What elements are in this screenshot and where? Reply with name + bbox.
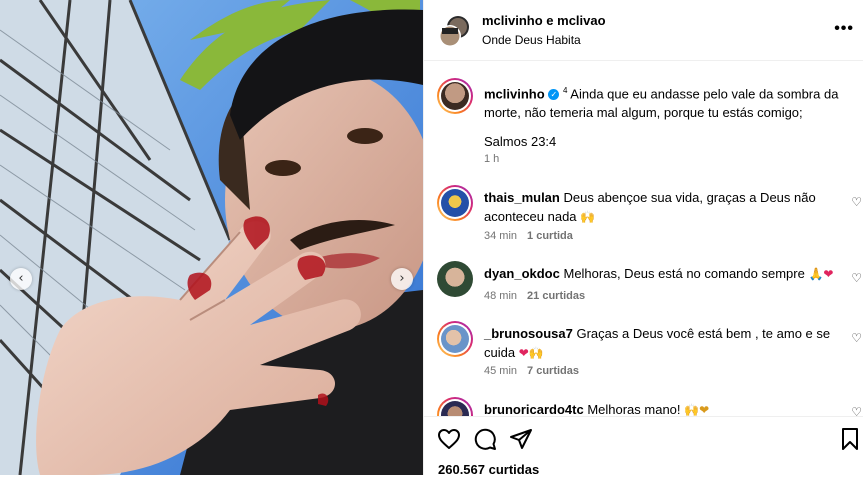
post-details-panel: mclivinho e mclivao Onde Deus Habita •••… (423, 0, 863, 477)
comment-username[interactable]: dyan_okdoc (484, 266, 560, 281)
post-header: mclivinho e mclivao Onde Deus Habita ••• (424, 0, 863, 61)
comment-time[interactable]: 48 min (484, 290, 517, 302)
like-heart-icon[interactable] (437, 427, 461, 451)
comment-emoji: ❤🙌 (518, 346, 544, 360)
comment-likes[interactable]: 21 curtidas (527, 290, 585, 302)
verse-number: 4 (562, 86, 568, 95)
comment-likes[interactable]: 1 curtida (527, 230, 573, 242)
post-location[interactable]: Onde Deus Habita (482, 33, 581, 47)
post-authors[interactable]: mclivinho e mclivao (482, 13, 606, 28)
comment-bubble-icon[interactable] (473, 427, 497, 451)
comments-section[interactable]: mclivinho ✓ 4 Ainda que eu andasse pelo … (424, 61, 863, 416)
commenter-avatar[interactable] (437, 397, 473, 416)
comment-text: Melhoras, Deus está no comando sempre (563, 266, 805, 281)
share-paper-plane-icon[interactable] (509, 427, 533, 451)
caption-time[interactable]: 1 h (484, 153, 499, 165)
comment-item: dyan_okdoc Melhoras, Deus está no comand… (424, 257, 863, 307)
caption: mclivinho ✓ 4 Ainda que eu andasse pelo … (424, 61, 863, 181)
comment-text: Melhoras mano! (587, 402, 681, 416)
author-avatar[interactable] (437, 78, 473, 114)
post-photo (0, 0, 423, 475)
commenter-avatar[interactable] (437, 321, 473, 357)
like-comment-heart-icon[interactable]: ♡ (851, 331, 862, 345)
comment-username[interactable]: _brunosousa7 (484, 326, 573, 341)
comment-item: thais_mulan Deus abençoe sua vida, graça… (424, 181, 863, 243)
collab-avatar[interactable] (438, 14, 472, 48)
commenter-avatar[interactable] (437, 261, 473, 297)
comment-emoji: 🙏❤ (808, 267, 834, 281)
save-bookmark-icon[interactable] (838, 427, 862, 451)
comment-time[interactable]: 45 min (484, 365, 517, 377)
comment-item: _brunosousa7 Graças a Deus você está bem… (424, 317, 863, 379)
like-comment-heart-icon[interactable]: ♡ (851, 271, 862, 285)
carousel-prev-button[interactable]: ‹ (10, 268, 32, 290)
post-media[interactable]: ‹ › (0, 0, 423, 475)
post-actions (424, 416, 863, 457)
comment-item: brunoricardo4tc Melhoras mano! 🙌❤ ♡ (424, 395, 863, 416)
caption-reference: Salmos 23:4 (484, 134, 557, 149)
verified-badge-icon: ✓ (548, 89, 560, 101)
comment-likes[interactable]: 7 curtidas (527, 365, 579, 377)
comment-username[interactable]: thais_mulan (484, 190, 560, 205)
caption-username[interactable]: mclivinho (484, 86, 545, 101)
comment-time[interactable]: 34 min (484, 230, 517, 242)
comment-emoji: 🙌 (580, 210, 596, 224)
carousel-next-button[interactable]: › (391, 268, 413, 290)
commenter-avatar[interactable] (437, 185, 473, 221)
more-options-icon[interactable]: ••• (834, 20, 854, 38)
like-comment-heart-icon[interactable]: ♡ (851, 195, 862, 209)
comment-emoji: 🙌❤ (684, 403, 710, 416)
comment-username[interactable]: brunoricardo4tc (484, 402, 584, 416)
like-comment-heart-icon[interactable]: ♡ (851, 405, 862, 416)
